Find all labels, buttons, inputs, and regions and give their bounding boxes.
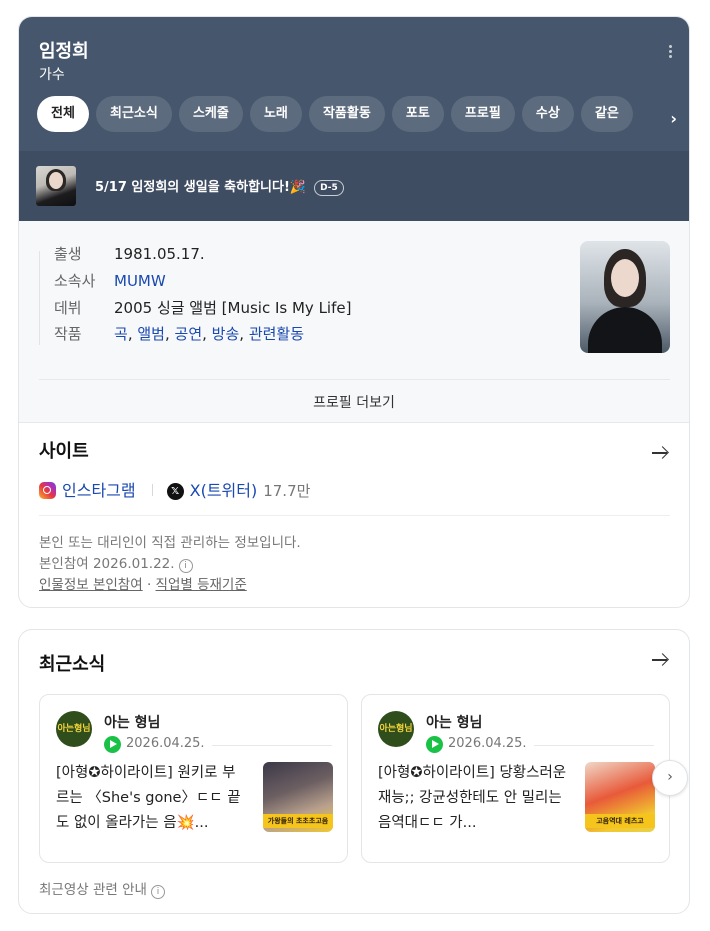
arrow-right-icon[interactable] [651, 446, 669, 460]
news-text[interactable]: [아형✪하이라이트] 원키로 부르는 〈She's gone〉ㄷㄷ 끝도 없이 … [56, 761, 248, 837]
arrow-right-icon[interactable] [651, 653, 669, 667]
twitter-link[interactable]: X(트위터) [190, 481, 258, 500]
x-twitter-icon: 𝕏 [166, 483, 184, 500]
participation-note: 본인참여 2026.01.22. i [39, 552, 193, 573]
tab-recent-news[interactable]: 최근소식 [96, 96, 172, 132]
tab-related[interactable]: 같은 [580, 96, 633, 132]
news-section-title: 최근소식 [39, 654, 106, 675]
info-row-birth: 출생 1981.05.17. [54, 243, 205, 264]
news-item[interactable]: 아는형님 아는 형님 2026.04.25. [아형✪하이라이트] 원키로 부르… [39, 694, 348, 863]
info-value: 1981.05.17. [114, 245, 205, 263]
thumbnail-caption: 가왕들의 초초초고음 [263, 814, 333, 828]
instagram-link[interactable]: 인스타그램 [62, 481, 136, 500]
twitter-followers: 17.7만 [263, 482, 311, 500]
note-links: 인물정보 본인참여 · 직업별 등재기준 [39, 577, 247, 593]
tab-photos[interactable]: 포토 [391, 96, 444, 132]
channel-name[interactable]: 아는 형님 [104, 712, 160, 732]
works-link-songs[interactable]: 곡 [114, 325, 128, 343]
carousel-next-button[interactable]: › [652, 760, 688, 796]
divider [39, 515, 670, 516]
instagram-icon [39, 482, 56, 499]
site-links: 인스타그램 𝕏 X(트위터) 17.7만 [39, 477, 310, 501]
tab-all[interactable]: 전체 [37, 96, 89, 132]
info-icon[interactable]: i [150, 885, 165, 899]
info-row-debut: 데뷔 2005 싱글 앨범 [Music Is My Life] [54, 297, 351, 318]
participate-link[interactable]: 인물정보 본인참여 [39, 577, 143, 593]
agency-link[interactable]: MUMW [114, 272, 166, 290]
channel-avatar[interactable]: 아는형님 [378, 711, 414, 747]
info-row-agency: 소속사 MUMW [54, 270, 166, 291]
info-row-works: 작품 곡, 앨범, 공연, 방송, 관련활동 [54, 325, 305, 343]
birthday-message: 5/17 임정희의 생일을 축하합니다!🎉 [95, 180, 307, 195]
channel-name[interactable]: 아는 형님 [426, 712, 482, 732]
profile-photo[interactable] [580, 241, 670, 353]
works-link-broadcasts[interactable]: 방송 [212, 325, 240, 343]
tab-songs[interactable]: 노래 [249, 96, 302, 132]
dday-badge: D-5 [314, 180, 344, 196]
channel-avatar[interactable]: 아는형님 [56, 711, 92, 747]
birthday-thumbnail [36, 166, 76, 206]
profile-info: 출생 1981.05.17. 소속사 MUMW 데뷔 2005 싱글 앨범 [Musi… [19, 221, 689, 423]
works-link-performances[interactable]: 공연 [175, 325, 203, 343]
profile-card: 임정희 가수 전체 최근소식 스케줄 노래 작품활동 포토 프로필 수상 같은 … [18, 16, 690, 608]
play-icon [104, 736, 121, 753]
tab-schedule[interactable]: 스케줄 [178, 96, 243, 132]
birthday-text: 5/17 임정희의 생일을 축하합니다!🎉 D-5 [95, 176, 344, 196]
play-icon [426, 736, 443, 753]
divider [212, 745, 332, 746]
site-section-title: 사이트 [39, 441, 89, 462]
info-icon[interactable]: i [178, 559, 193, 573]
person-occupation: 가수 [39, 67, 65, 83]
criteria-link[interactable]: 직업별 등재기준 [156, 577, 247, 593]
video-thumbnail[interactable]: 고음역대 레츠고 [585, 762, 655, 832]
more-vertical-icon[interactable] [669, 45, 673, 59]
tab-awards[interactable]: 수상 [521, 96, 574, 132]
thumbnail-caption: 고음역대 레츠고 [585, 814, 655, 828]
chevron-right-icon: › [667, 769, 673, 785]
video-thumbnail[interactable]: 가왕들의 초초초고음 [263, 762, 333, 832]
news-date: 2026.04.25. [448, 736, 527, 751]
recent-news-card: 최근소식 아는형님 아는 형님 2026.04.25. [아형✪하이라이트] 원… [18, 629, 690, 914]
info-label: 작품 [54, 325, 82, 343]
tab-profile[interactable]: 프로필 [450, 96, 515, 132]
chevron-right-icon[interactable]: › [670, 109, 677, 128]
news-item[interactable]: 아는형님 아는 형님 2026.04.25. [아형✪하이라이트] 당황스러운 … [361, 694, 670, 863]
tab-works[interactable]: 작품활동 [308, 96, 385, 132]
info-divider-line [39, 251, 40, 345]
separator [151, 484, 153, 496]
category-tabs: 전체 최근소식 스케줄 노래 작품활동 포토 프로필 수상 같은 [37, 96, 671, 132]
profile-header: 임정희 가수 전체 최근소식 스케줄 노래 작품활동 포토 프로필 수상 같은 … [19, 17, 689, 151]
info-label: 소속사 [54, 272, 96, 290]
works-link-related[interactable]: 관련활동 [249, 325, 304, 343]
news-text[interactable]: [아형✪하이라이트] 당황스러운 재능;; 강균성한테도 안 밀리는 음역대ㄷㄷ… [378, 761, 570, 837]
info-label: 출생 [54, 245, 82, 263]
works-link-albums[interactable]: 앨범 [137, 325, 165, 343]
managed-note: 본인 또는 대리인이 직접 관리하는 정보입니다. [39, 535, 301, 551]
news-footer-note: 최근영상 관련 안내 i [39, 878, 165, 899]
info-label: 데뷔 [54, 299, 82, 317]
divider [534, 745, 654, 746]
participation-date: 본인참여 2026.01.22. [39, 556, 175, 572]
news-date: 2026.04.25. [126, 736, 205, 751]
profile-more-button[interactable]: 프로필 더보기 [19, 392, 689, 412]
recent-video-notice: 최근영상 관련 안내 [39, 882, 147, 898]
info-value: 2005 싱글 앨범 [Music Is My Life] [114, 299, 352, 317]
birthday-banner[interactable]: 5/17 임정희의 생일을 축하합니다!🎉 D-5 [19, 151, 689, 221]
divider [39, 379, 670, 380]
tabs-fade [629, 87, 689, 139]
person-name[interactable]: 임정희 [39, 37, 89, 63]
